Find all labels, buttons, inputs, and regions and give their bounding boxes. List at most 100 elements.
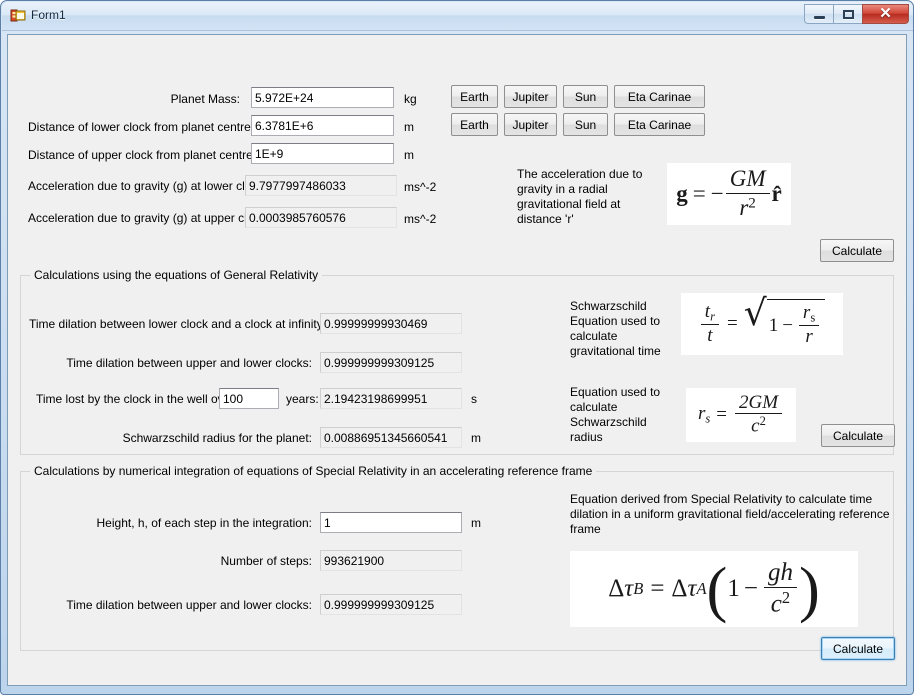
- group-border-left: [21, 275, 30, 276]
- gravity-upper-output: 0.0003985760576: [245, 207, 397, 228]
- math-one-2: 1: [727, 575, 740, 602]
- time-dilation-infinity-label: Time dilation between lower clock and a …: [29, 317, 327, 331]
- preset-radius-sun-button[interactable]: Sun: [563, 113, 608, 136]
- time-lost-years-input[interactable]: 100: [219, 388, 279, 409]
- planet-mass-label: Planet Mass:: [170, 92, 240, 106]
- upper-clock-distance-input[interactable]: 1E+9: [251, 143, 394, 164]
- minimize-icon: [814, 16, 825, 19]
- math-fraction-gh-c2: gh c2: [763, 559, 797, 620]
- time-lost-output: 2.19423198699951: [320, 388, 462, 409]
- math-fraction-gm-r2: GM r2: [725, 166, 770, 221]
- winforms-icon: [10, 8, 26, 24]
- step-height-unit: m: [471, 516, 481, 530]
- gravity-lower-unit: ms^-2: [404, 180, 437, 194]
- group-border-right-2: [551, 471, 893, 472]
- math-rs-s: s: [705, 411, 711, 426]
- math-exponent-2b: 2: [759, 414, 766, 429]
- schwarzschild-time-equation-image: tr t = √ 1 − rs r: [681, 293, 843, 355]
- calculate-special-relativity-button[interactable]: Calculate: [821, 637, 895, 660]
- math-tau-1: τ: [624, 575, 634, 602]
- math-minus: −: [710, 181, 724, 206]
- group-border-left-2: [21, 471, 30, 472]
- math-r-hat: r̂: [771, 181, 782, 206]
- schwarzschild-radius-equation-description: Equation used to calculate Schwarzschild…: [570, 385, 661, 444]
- schwarzschild-time-equation-description: Schwarzschild Equation used to calculate…: [570, 299, 661, 358]
- minimize-button[interactable]: [804, 4, 833, 24]
- special-relativity-equation-image: ΔτB = ΔτA ( 1 − gh c2 ): [570, 551, 858, 627]
- calculate-gravity-button[interactable]: Calculate: [820, 239, 894, 262]
- schwarzschild-radius-equation-image: rs = 2GM c2: [686, 388, 796, 442]
- math-paren-open: (: [706, 553, 728, 624]
- gravity-lower-label: Acceleration due to gravity (g) at lower…: [28, 179, 267, 193]
- sr-time-dilation-output: 0.999999999309125: [320, 594, 462, 615]
- math-delta-2: Δ: [671, 575, 688, 602]
- math-square-root: √ 1 − rs r: [743, 293, 826, 349]
- window-title: Form1: [31, 8, 66, 22]
- schwarzschild-radius-output: 0.00886951345660541: [320, 427, 462, 448]
- preset-mass-eta-carinae-button[interactable]: Eta Carinae: [614, 85, 705, 108]
- upper-clock-distance-unit: m: [404, 148, 414, 162]
- math-denominator-r: r: [739, 194, 749, 220]
- gravity-upper-label: Acceleration due to gravity (g) at upper…: [28, 211, 269, 225]
- special-relativity-caption: Calculations by numerical integration of…: [30, 464, 597, 478]
- math-paren-close: ): [798, 553, 820, 624]
- time-lost-label-after: years:: [286, 392, 319, 406]
- time-lost-unit: s: [471, 392, 477, 406]
- math-fraction-tr-t: tr t: [700, 301, 719, 348]
- math-numerator-2gm: 2GM: [734, 392, 783, 415]
- math-sub-A: A: [696, 579, 707, 598]
- general-relativity-group: Calculations using the equations of Gene…: [20, 268, 895, 455]
- number-of-steps-label: Number of steps:: [220, 554, 312, 568]
- preset-radius-eta-carinae-button[interactable]: Eta Carinae: [614, 113, 705, 136]
- planet-mass-input[interactable]: 5.972E+24: [251, 87, 394, 108]
- math-r-denominator: r: [805, 326, 813, 348]
- application-window: Form1 ✕ Planet Mass: 5.972E+24 kg Distan…: [0, 0, 914, 695]
- title-bar: Form1 ✕: [2, 2, 913, 31]
- step-height-input[interactable]: 1: [320, 512, 462, 533]
- preset-mass-earth-button[interactable]: Earth: [451, 85, 498, 108]
- maximize-button[interactable]: [833, 4, 862, 24]
- close-icon: ✕: [879, 6, 892, 22]
- math-t-denominator: t: [707, 324, 713, 346]
- math-delta-1: Δ: [608, 575, 625, 602]
- general-relativity-caption: Calculations using the equations of Gene…: [30, 268, 323, 282]
- math-equals-3: =: [716, 404, 727, 425]
- gravity-upper-unit: ms^-2: [404, 212, 437, 226]
- upper-clock-distance-label: Distance of upper clock from planet cent…: [28, 148, 257, 162]
- preset-mass-jupiter-button[interactable]: Jupiter: [504, 85, 557, 108]
- preset-mass-sun-button[interactable]: Sun: [563, 85, 608, 108]
- preset-radius-earth-button[interactable]: Earth: [451, 113, 498, 136]
- schwarzschild-radius-label: Schwarzschild radius for the planet:: [122, 431, 312, 445]
- math-denominator-c2: c: [770, 590, 782, 618]
- math-numerator-gh: gh: [763, 559, 797, 589]
- preset-radius-jupiter-button[interactable]: Jupiter: [504, 113, 557, 136]
- math-radical-sign: √: [743, 293, 767, 335]
- math-exponent-2: 2: [748, 194, 756, 212]
- time-dilation-infinity-output: 0.99999999930469: [320, 313, 462, 334]
- math-equals-4: =: [650, 575, 665, 602]
- special-relativity-group: Calculations by numerical integration of…: [20, 464, 895, 660]
- math-exponent-2c: 2: [781, 588, 791, 608]
- lower-clock-distance-unit: m: [404, 120, 414, 134]
- step-height-label: Height, h, of each step in the integrati…: [96, 516, 312, 530]
- math-g: g: [676, 181, 688, 206]
- special-relativity-equation-description: Equation derived from Special Relativity…: [570, 492, 890, 536]
- math-equals-2: =: [726, 313, 738, 334]
- close-button[interactable]: ✕: [862, 4, 909, 24]
- math-denominator-c: c: [751, 415, 760, 437]
- math-minus-2: −: [782, 314, 793, 336]
- gravity-lower-output: 9.7977997486033: [245, 175, 397, 196]
- calculate-general-relativity-button[interactable]: Calculate: [821, 424, 895, 447]
- time-lost-label-before: Time lost by the clock in the well over: [36, 392, 235, 406]
- math-sub-B: B: [633, 579, 644, 598]
- gravity-equation-description: The acceleration due to gravity in a rad…: [517, 167, 643, 226]
- form-client-area: Planet Mass: 5.972E+24 kg Distance of lo…: [7, 34, 907, 686]
- time-dilation-clocks-output: 0.999999999309125: [320, 352, 462, 373]
- lower-clock-distance-label: Distance of lower clock from planet cent…: [28, 120, 255, 134]
- sr-time-dilation-label: Time dilation between upper and lower cl…: [66, 598, 312, 612]
- gravity-equation-image: g = − GM r2 r̂: [667, 163, 791, 225]
- schwarzschild-radius-unit: m: [471, 431, 481, 445]
- math-minus-3: −: [743, 575, 758, 602]
- lower-clock-distance-input[interactable]: 6.3781E+6: [251, 115, 394, 136]
- math-fraction-rs-r: rs r: [798, 302, 820, 349]
